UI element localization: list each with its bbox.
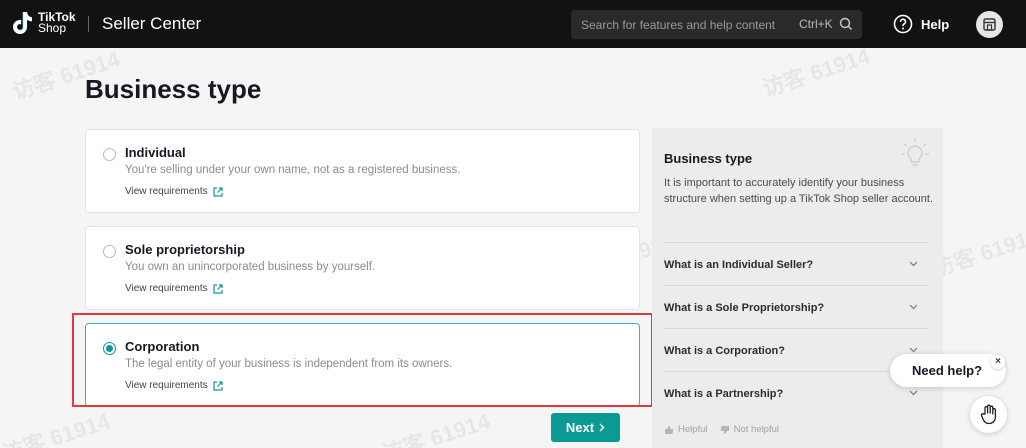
- need-help-label: Need help?: [912, 363, 983, 378]
- help-icon[interactable]: [893, 14, 913, 34]
- view-requirements-label: View requirements: [125, 283, 208, 294]
- search-input[interactable]: [581, 16, 781, 33]
- header-divider: [88, 16, 89, 32]
- chevron-right-icon: [599, 423, 605, 432]
- helpful-label: Helpful: [678, 424, 708, 435]
- chevron-down-icon: [909, 390, 918, 396]
- thumbs-down-icon: [720, 425, 729, 434]
- faq-corporation[interactable]: What is a Corporation?: [664, 328, 928, 371]
- app-title: Seller Center: [102, 14, 202, 33]
- logo-text: TikTok Shop: [38, 11, 76, 35]
- watermark: 访客 61914: [759, 43, 873, 102]
- close-icon[interactable]: ×: [991, 355, 1005, 369]
- next-button[interactable]: Next: [551, 413, 620, 442]
- logo-line2: Shop: [38, 21, 67, 35]
- faq-sole-proprietorship[interactable]: What is a Sole Proprietorship?: [664, 285, 928, 328]
- lightbulb-icon: [901, 138, 929, 166]
- business-type-info-panel: Business type It is important to accurat…: [652, 128, 943, 448]
- help-chat-button[interactable]: [970, 396, 1007, 433]
- faq-partnership[interactable]: What is a Partnership?: [664, 371, 928, 414]
- panel-title: Business type: [664, 151, 753, 166]
- faq-label: What is a Partnership?: [664, 388, 784, 400]
- option-title: Sole proprietorship: [125, 242, 245, 257]
- helpful-button[interactable]: Helpful: [664, 424, 708, 435]
- external-link-icon: [213, 186, 223, 197]
- page-title: Business type: [85, 74, 262, 104]
- chevron-down-icon: [909, 304, 918, 310]
- option-description: You own an unincorporated business by yo…: [125, 261, 376, 273]
- view-requirements-label: View requirements: [125, 186, 208, 197]
- panel-description: It is important to accurately identify y…: [664, 177, 934, 205]
- top-bar: TikTok Shop Seller Center Ctrl+K Help: [0, 0, 1026, 48]
- hand-wave-icon: [980, 404, 997, 425]
- search-shortcut: Ctrl+K: [799, 17, 833, 31]
- need-help-bubble[interactable]: Need help?: [890, 354, 1006, 387]
- highlight-box: [72, 313, 653, 407]
- chevron-down-icon: [909, 261, 918, 267]
- faq-individual-seller[interactable]: What is an Individual Seller?: [664, 242, 928, 285]
- faq-label: What is an Individual Seller?: [664, 259, 814, 271]
- chevron-down-icon: [909, 347, 918, 353]
- watermark: 访客 61914: [0, 408, 113, 448]
- not-helpful-label: Not helpful: [733, 424, 779, 435]
- not-helpful-button[interactable]: Not helpful: [720, 424, 779, 435]
- tiktok-logo-icon: [13, 12, 32, 34]
- view-requirements-link[interactable]: View requirements: [125, 283, 223, 294]
- search-box[interactable]: Ctrl+K: [571, 10, 862, 39]
- search-icon[interactable]: [839, 17, 853, 31]
- faq-label: What is a Corporation?: [664, 345, 785, 357]
- tiktok-shop-logo[interactable]: TikTok Shop: [10, 10, 76, 36]
- option-description: You're selling under your own name, not …: [125, 164, 461, 176]
- help-link[interactable]: Help: [921, 17, 949, 32]
- view-requirements-link[interactable]: View requirements: [125, 186, 223, 197]
- watermark: 访客 61914: [379, 408, 493, 448]
- radio-individual[interactable]: [103, 148, 116, 161]
- option-title: Individual: [125, 145, 186, 160]
- feedback-row: Helpful Not helpful: [664, 424, 791, 435]
- shop-profile-button[interactable]: [976, 11, 1003, 38]
- faq-label: What is a Sole Proprietorship?: [664, 302, 825, 314]
- option-sole-proprietorship[interactable]: Sole proprietorship You own an unincorpo…: [85, 226, 640, 310]
- next-label: Next: [565, 420, 595, 435]
- thumbs-up-icon: [665, 425, 674, 434]
- store-icon: [983, 18, 996, 31]
- external-link-icon: [213, 283, 223, 294]
- option-individual[interactable]: Individual You're selling under your own…: [85, 129, 640, 213]
- radio-sole-proprietorship[interactable]: [103, 245, 116, 258]
